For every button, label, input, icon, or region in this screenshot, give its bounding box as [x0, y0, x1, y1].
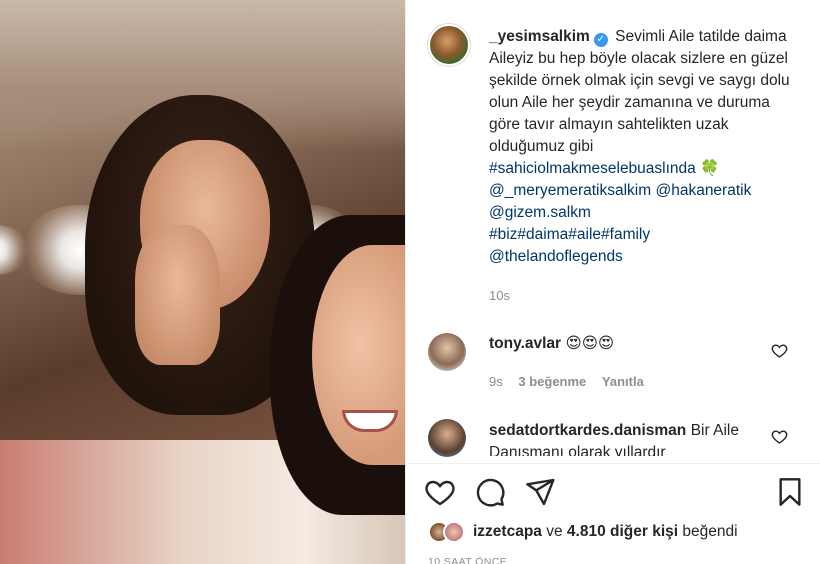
heart-icon[interactable]: [424, 476, 456, 508]
comment-item: sedatdortkardes.danisman Bir Aile Danışm…: [489, 420, 764, 456]
verified-badge-icon: ✓: [593, 33, 608, 47]
comment-username[interactable]: tony.avlar: [489, 335, 561, 352]
author-username[interactable]: _yesimsalkim: [489, 28, 590, 45]
caption-text: Sevimli Aile tatilde daima Aileyiz bu he…: [489, 28, 790, 155]
liker-username[interactable]: izzetcapa: [473, 523, 542, 541]
commenter-avatar[interactable]: [428, 333, 466, 371]
mention-link[interactable]: @gizem.salkm: [489, 204, 591, 221]
comment-bubble-icon[interactable]: [474, 476, 506, 508]
comment-time[interactable]: 9s: [489, 374, 503, 389]
comment-heart-icon[interactable]: [771, 428, 788, 445]
author-avatar[interactable]: [428, 24, 470, 66]
comment-username[interactable]: sedatdortkardes.danisman: [489, 422, 686, 439]
media-hand: [135, 225, 220, 365]
post-caption: _yesimsalkim ✓ Sevimli Aile tatilde daima…: [489, 26, 799, 268]
likes-mid: ve: [546, 523, 563, 540]
comment-text: 😍😍😍: [565, 335, 615, 352]
post-panel: _yesimsalkim ✓ Sevimli Aile tatilde daima…: [405, 0, 820, 564]
commenter-avatar[interactable]: [428, 419, 466, 457]
comment-likes[interactable]: 3 beğenme: [518, 374, 586, 389]
likes-summary: izzetcapa ve 4.810 diğer kişi beğendi: [428, 520, 738, 544]
caption-time: 10s: [489, 288, 510, 303]
liker-avatar[interactable]: [443, 521, 465, 543]
likes-suffix: beğendi: [682, 523, 738, 540]
comment-meta: 9s 3 beğenme Yanıtla: [489, 374, 656, 389]
post-media[interactable]: [0, 0, 405, 564]
hashtag-link[interactable]: #sahiciolmakmeselebuaslında: [489, 160, 696, 177]
hashtags-link[interactable]: #biz#daima#aile#family: [489, 226, 650, 243]
comment-item: tony.avlar 😍😍😍: [489, 334, 614, 353]
mention-link[interactable]: @hakaneratik: [655, 182, 751, 199]
bookmark-icon[interactable]: [774, 476, 806, 508]
mention-link[interactable]: @_meryemeratiksalkim: [489, 182, 651, 199]
clover-emoji: 🍀: [700, 160, 720, 177]
reply-button[interactable]: Yanıtla: [602, 374, 644, 389]
post-timestamp[interactable]: 10 SAAT ÖNCE: [428, 556, 507, 564]
comment-heart-icon[interactable]: [771, 342, 788, 359]
paper-plane-icon[interactable]: [524, 476, 556, 508]
mention-link[interactable]: @thelandoflegends: [489, 248, 623, 265]
divider: [406, 463, 820, 464]
likes-count[interactable]: 4.810 diğer kişi: [567, 523, 678, 541]
